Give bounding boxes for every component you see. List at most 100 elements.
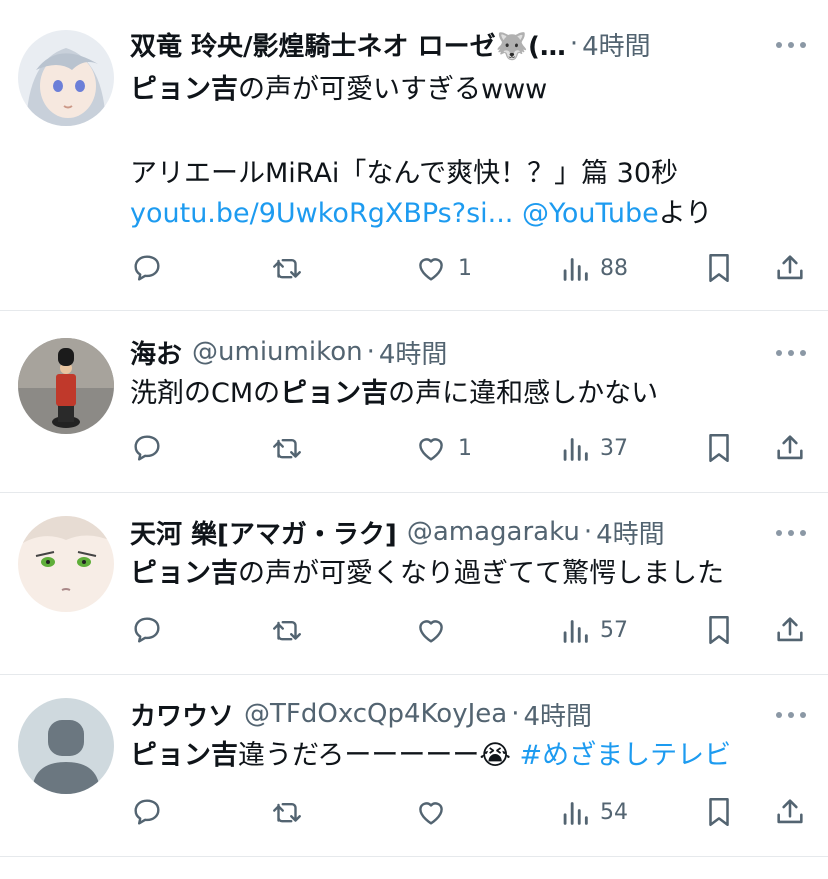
youtube-link[interactable]: youtu.be/9UwkoRgXBPs?si... bbox=[130, 198, 513, 229]
tweet-text-line: ピョン吉の声が可愛くなり過ぎてて驚愕しました bbox=[130, 554, 724, 594]
bold-keyword: ピョン吉 bbox=[130, 558, 238, 589]
views-button[interactable]: 54 bbox=[560, 790, 628, 834]
views-button[interactable]: 57 bbox=[560, 608, 628, 652]
like-count: 1 bbox=[458, 255, 472, 281]
timestamp[interactable]: 4時間 bbox=[523, 696, 592, 733]
views-icon bbox=[560, 795, 590, 829]
tweet[interactable]: 天河 樂[アマガ・ラク] @amagaraku · 4時間 ピョン吉の声が可愛く… bbox=[0, 492, 828, 675]
tweet-header: 双竜 玲央/影煌騎士ネオ ローゼ🐺(… · 4時間 bbox=[130, 24, 748, 64]
reply-icon bbox=[130, 613, 164, 647]
anime-avatar-image bbox=[18, 516, 114, 612]
share-button[interactable] bbox=[773, 790, 807, 834]
share-icon bbox=[773, 795, 807, 829]
like-icon bbox=[414, 251, 448, 285]
tweet-text-line: 洗剤のCMのピョン吉の声に違和感しかない bbox=[130, 374, 658, 414]
views-button[interactable]: 37 bbox=[560, 426, 628, 470]
text-span: の声に違和感しかない bbox=[388, 378, 659, 409]
reply-button[interactable] bbox=[130, 608, 164, 652]
timestamp[interactable]: 4時間 bbox=[596, 514, 665, 551]
user-handle[interactable]: @umiumikon bbox=[192, 337, 363, 367]
like-button[interactable]: 1 bbox=[414, 246, 472, 290]
more-icon[interactable] bbox=[776, 528, 806, 538]
anime-avatar-image bbox=[18, 30, 114, 126]
views-button[interactable]: 88 bbox=[560, 246, 628, 290]
like-count: 1 bbox=[458, 435, 472, 461]
more-icon[interactable] bbox=[776, 40, 806, 50]
views-icon bbox=[560, 251, 590, 285]
default-avatar-icon bbox=[18, 698, 114, 794]
display-name[interactable]: 天河 樂[アマガ・ラク] bbox=[130, 514, 397, 551]
tweet[interactable]: 双竜 玲央/影煌騎士ネオ ローゼ🐺(… · 4時間 ピョン吉の声が可愛いすぎるw… bbox=[0, 0, 828, 311]
share-button[interactable] bbox=[773, 246, 807, 290]
text-span: 違うだろーーーーー😭 bbox=[238, 740, 520, 771]
like-icon bbox=[414, 431, 448, 465]
views-icon bbox=[560, 613, 590, 647]
view-count: 88 bbox=[600, 255, 628, 281]
bookmark-button[interactable] bbox=[704, 790, 734, 834]
mention-link[interactable]: @YouTube bbox=[522, 198, 659, 229]
more-icon[interactable] bbox=[776, 710, 806, 720]
text-span: 洗剤のCMの bbox=[130, 378, 281, 409]
view-count: 37 bbox=[600, 435, 628, 461]
separator-dot: · bbox=[569, 29, 579, 59]
tweet-text-line: ピョン吉違うだろーーーーー😭 #めざましテレビ bbox=[130, 736, 731, 776]
view-count: 57 bbox=[600, 617, 628, 643]
bold-keyword: ピョン吉 bbox=[130, 74, 238, 105]
tweet-header: 海お @umiumikon · 4時間 bbox=[130, 332, 748, 372]
bold-keyword: ピョン吉 bbox=[130, 740, 238, 771]
text-span: アリエールMiRAi「なんで爽快！？」篇 30秒 bbox=[130, 158, 679, 189]
bookmark-button[interactable] bbox=[704, 426, 734, 470]
share-button[interactable] bbox=[773, 608, 807, 652]
display-name[interactable]: カワウソ bbox=[130, 696, 234, 733]
share-button[interactable] bbox=[773, 426, 807, 470]
tweet-text-line: youtu.be/9UwkoRgXBPs?si... @YouTubeより bbox=[130, 194, 712, 234]
bold-keyword: ピョン吉 bbox=[280, 378, 389, 409]
bookmark-icon bbox=[704, 613, 734, 647]
bookmark-button[interactable] bbox=[704, 608, 734, 652]
figurine-avatar-image bbox=[18, 338, 114, 434]
retweet-icon bbox=[270, 251, 304, 285]
avatar[interactable] bbox=[18, 698, 114, 794]
avatar[interactable] bbox=[18, 338, 114, 434]
reply-button[interactable] bbox=[130, 426, 164, 470]
share-icon bbox=[773, 613, 807, 647]
action-bar: 1 37 bbox=[130, 426, 820, 470]
action-bar: 1 88 bbox=[130, 246, 820, 290]
retweet-button[interactable] bbox=[270, 246, 304, 290]
action-bar: 54 bbox=[130, 790, 820, 834]
reply-button[interactable] bbox=[130, 790, 164, 834]
tweet[interactable]: 海お @umiumikon · 4時間 洗剤のCMのピョン吉の声に違和感しかない… bbox=[0, 310, 828, 493]
reply-button[interactable] bbox=[130, 246, 164, 290]
text-span: の声が可愛いすぎるwww bbox=[238, 74, 548, 105]
action-bar: 57 bbox=[130, 608, 820, 652]
share-icon bbox=[773, 251, 807, 285]
like-icon bbox=[414, 795, 448, 829]
retweet-button[interactable] bbox=[270, 608, 304, 652]
tweet-text-line: アリエールMiRAi「なんで爽快！？」篇 30秒 bbox=[130, 154, 678, 194]
share-icon bbox=[773, 431, 807, 465]
tweet-header: カワウソ @TFdOxcQp4KoyJea · 4時間 bbox=[130, 694, 748, 734]
tweet[interactable]: カワウソ @TFdOxcQp4KoyJea · 4時間 ピョン吉違うだろーーーー… bbox=[0, 674, 828, 857]
retweet-button[interactable] bbox=[270, 790, 304, 834]
display-name[interactable]: 双竜 玲央/影煌騎士ネオ ローゼ🐺(… bbox=[130, 26, 566, 63]
bookmark-icon bbox=[704, 431, 734, 465]
avatar[interactable] bbox=[18, 516, 114, 612]
tweet-text-line: ピョン吉の声が可愛いすぎるwww bbox=[130, 70, 547, 110]
bookmark-button[interactable] bbox=[704, 246, 734, 290]
like-button[interactable]: 1 bbox=[414, 426, 472, 470]
avatar[interactable] bbox=[18, 30, 114, 126]
retweet-button[interactable] bbox=[270, 426, 304, 470]
tweet-header: 天河 樂[アマガ・ラク] @amagaraku · 4時間 bbox=[130, 512, 748, 552]
more-icon[interactable] bbox=[776, 348, 806, 358]
timestamp[interactable]: 4時間 bbox=[582, 26, 651, 63]
user-handle[interactable]: @TFdOxcQp4KoyJea bbox=[244, 699, 507, 729]
hashtag-link[interactable]: #めざましテレビ bbox=[520, 740, 732, 771]
separator-dot: · bbox=[366, 337, 375, 367]
reply-icon bbox=[130, 251, 164, 285]
like-button[interactable] bbox=[414, 608, 458, 652]
retweet-icon bbox=[270, 795, 304, 829]
like-button[interactable] bbox=[414, 790, 458, 834]
display-name[interactable]: 海お bbox=[130, 334, 182, 371]
user-handle[interactable]: @amagaraku bbox=[407, 517, 580, 547]
timestamp[interactable]: 4時間 bbox=[379, 334, 448, 371]
